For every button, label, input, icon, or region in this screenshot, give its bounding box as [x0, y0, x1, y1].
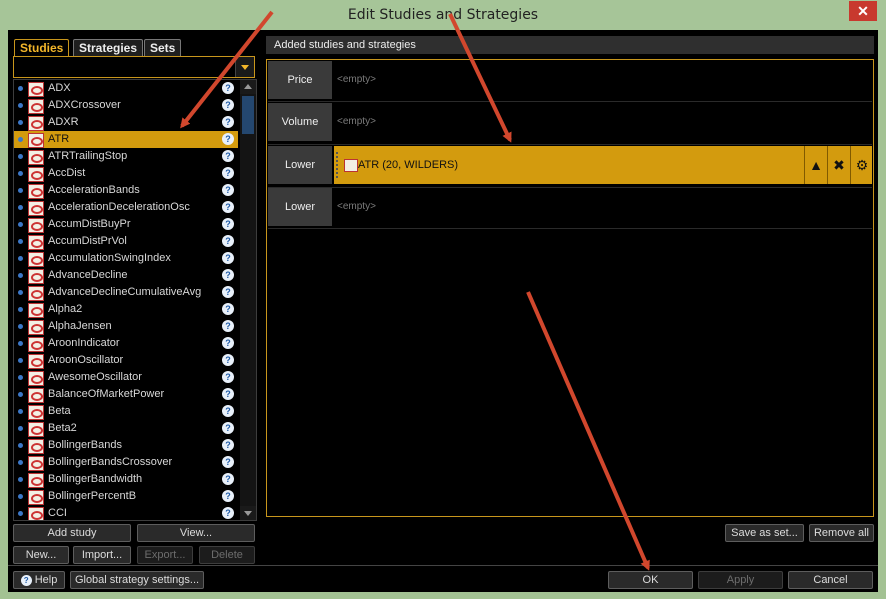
- annotation-arrows: [180, 10, 650, 571]
- arrow-to-added-atr: [448, 13, 512, 143]
- arrow-to-ok: [526, 291, 650, 571]
- arrow-to-atr: [180, 10, 274, 129]
